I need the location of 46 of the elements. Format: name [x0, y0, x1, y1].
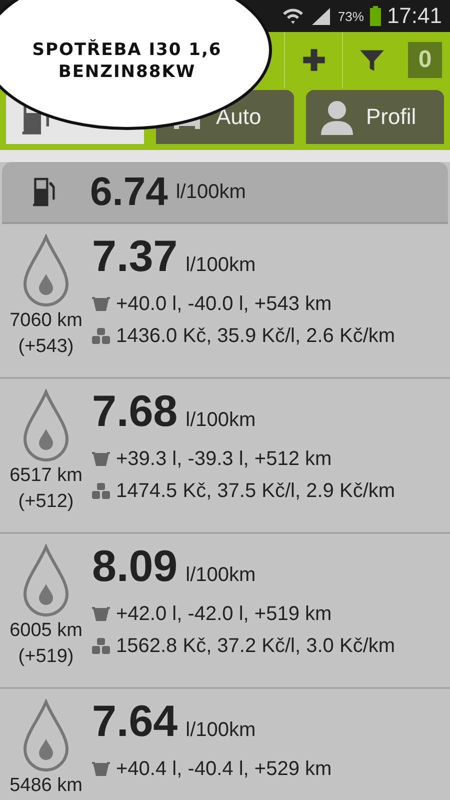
- consumption-value: 8.09: [92, 542, 178, 592]
- unit-label: l/100km: [176, 180, 246, 204]
- odometer-label: 6517 km: [10, 464, 82, 488]
- odometer-label: 6005 km: [10, 619, 82, 643]
- coins-icon: [92, 483, 110, 499]
- signal-icon: [310, 7, 332, 25]
- battery-icon: [370, 6, 381, 26]
- unit-label: l/100km: [186, 409, 256, 432]
- odometer-label: 7060 km: [10, 309, 82, 333]
- tab[interactable]: Profil: [306, 90, 444, 144]
- count-badge: 0: [408, 42, 442, 78]
- detail-text: 1474.5 Kč, 37.5 Kč/l, 2.9 Kč/km: [116, 480, 396, 502]
- consumption-value: 7.68: [92, 387, 178, 437]
- detail-text: 1436.0 Kč, 35.9 Kč/l, 2.6 Kč/km: [116, 324, 396, 348]
- bucket-icon: [92, 296, 110, 312]
- detail-text: 1562.8 Kč, 37.2 Kč/l, 3.0 Kč/km: [116, 634, 396, 658]
- consumption-value: 7.64: [92, 697, 178, 747]
- detail-text: +40.0 l, -40.0 l, +543 km: [116, 292, 332, 316]
- detail-text: +42.0 l, -42.0 l, +519 km: [116, 602, 332, 626]
- fuel-pump-icon: [32, 175, 58, 209]
- distance-delta: (+519): [18, 645, 74, 669]
- drop-icon: [21, 544, 71, 618]
- odometer-label: 5486 km: [10, 774, 82, 798]
- bucket-icon: [92, 606, 110, 622]
- bucket-icon: [92, 451, 110, 467]
- distance-delta: (+512): [18, 490, 74, 514]
- drop-icon: [21, 234, 71, 308]
- coins-icon: [92, 638, 110, 654]
- drop-icon: [21, 699, 71, 773]
- drop-icon: [21, 389, 71, 463]
- bucket-icon: [92, 761, 110, 777]
- consumption-value: 7.37: [92, 232, 178, 282]
- coins-icon: [92, 328, 110, 344]
- detail-text: +39.3 l, -39.3 l, +512 km: [116, 448, 332, 470]
- unit-label: l/100km: [186, 564, 256, 587]
- detail-text: +40.4 l, -40.4 l, +529 km: [116, 758, 332, 780]
- plus-icon: [300, 47, 326, 73]
- unit-label: l/100km: [186, 254, 256, 277]
- bubble-text: SPOTŘEBA I30 1,6: [32, 39, 222, 61]
- bubble-text: BENZIN88KW: [58, 61, 196, 83]
- unit-label: l/100km: [186, 719, 256, 742]
- wifi-icon: [282, 7, 304, 25]
- average-consumption: 6.74: [90, 170, 168, 214]
- clock: 17:41: [386, 3, 442, 29]
- distance-delta: (+543): [18, 335, 74, 359]
- battery-percent: 73%: [338, 8, 364, 24]
